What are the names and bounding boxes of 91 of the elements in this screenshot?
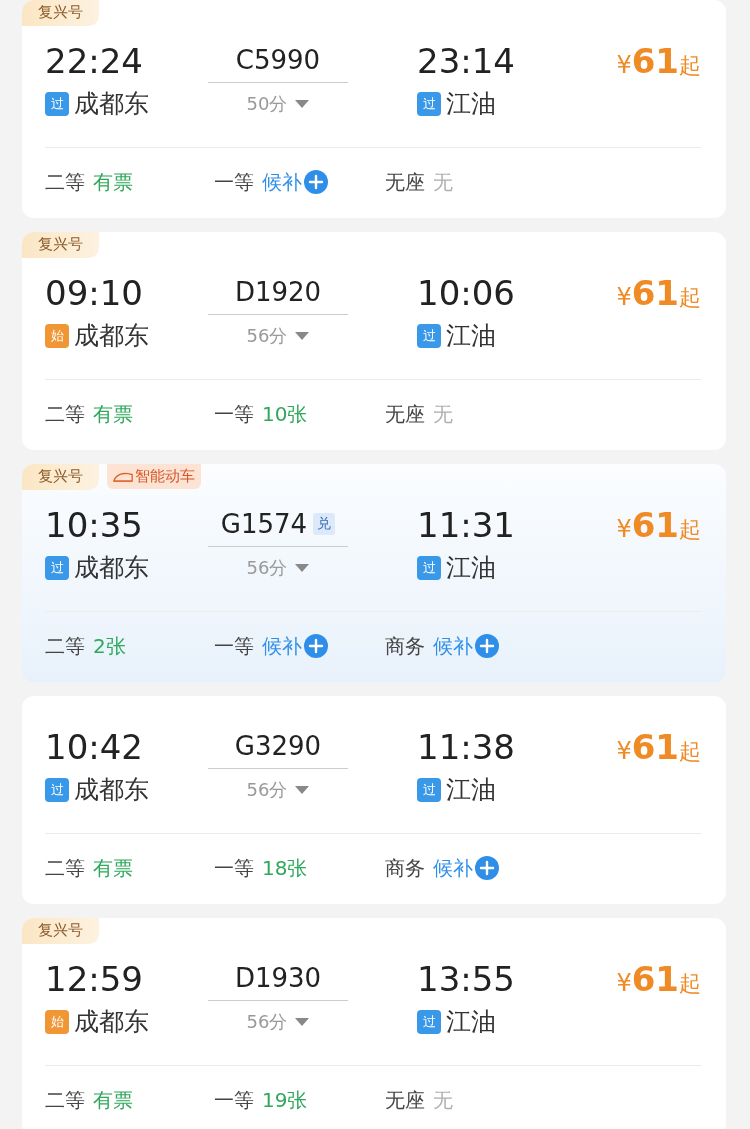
arrival-time: 23:14 [416,39,516,83]
station-name: 江油 [446,774,496,806]
seat-class: 一等 [214,633,254,660]
seat-class: 商务 [385,855,425,882]
arrival-time: 11:38 [416,725,516,769]
station-name: 成都东 [74,774,149,806]
station-badge: 过 [417,92,441,116]
seat-availability: 有票 [93,855,133,882]
arrival-time: 11:31 [416,503,516,547]
departure-time: 09:10 [45,271,144,315]
caret-icon[interactable] [295,1018,310,1026]
station-name: 江油 [446,1006,496,1038]
duration[interactable]: 56分 [246,556,288,580]
seat-availability: 19张 [262,1087,308,1114]
seat-class: 二等 [45,855,85,882]
station-badge: 过 [45,556,69,580]
departure-time: 12:59 [45,957,144,1001]
seat-class: 商务 [385,633,425,660]
train-number[interactable]: D1920 [234,277,322,307]
station-name: 成都东 [74,320,149,352]
station-badge: 始 [45,324,69,348]
departure-time: 10:35 [45,503,144,547]
train-tag: 复兴号 [22,232,99,258]
arrival-time: 13:55 [416,957,516,1001]
station-name: 成都东 [74,1006,149,1038]
caret-icon[interactable] [295,332,310,340]
seat-availability: 有票 [93,1087,133,1114]
caret-icon[interactable] [295,100,310,108]
train-number[interactable]: D1930 [234,963,322,993]
departure-time: 10:42 [45,725,144,769]
duration[interactable]: 50分 [246,92,288,116]
train-number[interactable]: G1574 [220,509,308,539]
train-badge: 兑 [313,513,336,535]
price: ¥61起 [616,40,701,81]
train-icon [113,470,133,483]
seat-class: 二等 [45,169,85,196]
caret-icon[interactable] [295,564,310,572]
duration[interactable]: 56分 [246,324,288,348]
arrival-time: 10:06 [416,271,516,315]
seat-class: 一等 [214,855,254,882]
train-tag: 复兴号 [22,464,99,490]
train-tag: 复兴号 [22,0,99,26]
price: ¥61起 [616,726,701,767]
train-number[interactable]: C5990 [235,45,321,75]
seat-availability: 无 [433,169,453,196]
add-icon[interactable] [304,634,328,658]
seat-availability[interactable]: 候补 [433,630,473,662]
train-number[interactable]: G3290 [234,731,322,761]
seat-availability: 2张 [93,633,126,660]
seat-availability: 有票 [93,401,133,428]
station-name: 江油 [446,88,496,120]
seat-class: 一等 [214,401,254,428]
price: ¥61起 [616,504,701,545]
seat-availability[interactable]: 候补 [262,630,302,662]
seat-class: 二等 [45,633,85,660]
seat-availability: 有票 [93,169,133,196]
station-badge: 过 [417,556,441,580]
station-badge: 过 [417,324,441,348]
seat-availability: 无 [433,401,453,428]
train-tag: 复兴号 [22,918,99,944]
seat-availability[interactable]: 候补 [262,166,302,198]
price: ¥61起 [616,958,701,999]
departure-time: 22:24 [45,39,144,83]
seat-class: 二等 [45,401,85,428]
add-icon[interactable] [304,170,328,194]
seat-class: 无座 [385,401,425,428]
duration[interactable]: 56分 [246,1010,288,1034]
station-badge: 过 [417,778,441,802]
add-icon[interactable] [475,634,499,658]
station-name: 成都东 [74,552,149,584]
seat-class: 二等 [45,1087,85,1114]
station-name: 成都东 [74,88,149,120]
add-icon[interactable] [475,856,499,880]
seat-availability: 无 [433,1087,453,1114]
duration[interactable]: 56分 [246,778,288,802]
station-badge: 过 [417,1010,441,1034]
price: ¥61起 [616,272,701,313]
seat-class: 一等 [214,1087,254,1114]
station-badge: 过 [45,778,69,802]
station-badge: 始 [45,1010,69,1034]
seat-class: 无座 [385,1087,425,1114]
caret-icon[interactable] [295,786,310,794]
seat-class: 一等 [214,169,254,196]
seat-availability[interactable]: 候补 [433,852,473,884]
station-badge: 过 [45,92,69,116]
seat-availability: 18张 [262,855,308,882]
station-name: 江油 [446,320,496,352]
train-tag: 智能动车 [107,464,201,489]
seat-class: 无座 [385,169,425,196]
station-name: 江油 [446,552,496,584]
seat-availability: 10张 [262,401,308,428]
